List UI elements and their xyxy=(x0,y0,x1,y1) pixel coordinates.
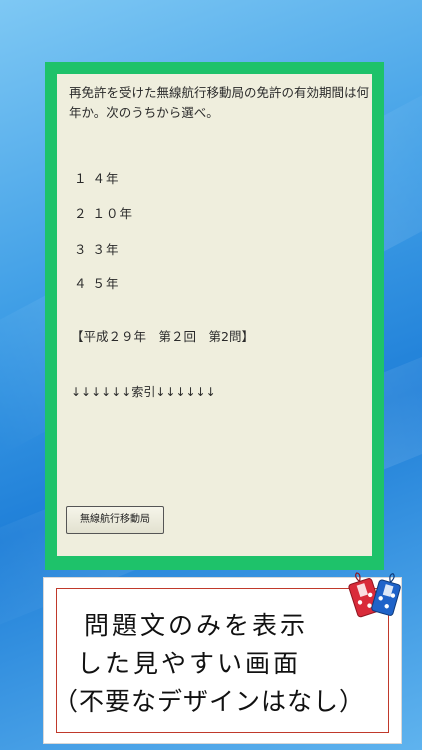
caption-banner: 問題文のみを表示 した見やすい画面 （不要なデザインはなし） xyxy=(43,572,402,744)
category-button[interactable]: 無線航行移動局 xyxy=(66,506,164,534)
omamori-charm-icon xyxy=(348,572,401,618)
caption-line-3: （不要なデザインはなし） xyxy=(53,687,366,716)
index-divider: ↓↓↓↓↓↓索引↓↓↓↓↓↓ xyxy=(71,385,216,399)
device-frame: 再免許を受けた無線航行移動局の免許の有効期間は何年か。次のうちから選べ。 １ ４… xyxy=(45,62,384,570)
caption-frame: 問題文のみを表示 した見やすい画面 （不要なデザインはなし） xyxy=(53,588,389,733)
choice-2[interactable]: ２ １０年 xyxy=(74,204,133,224)
choice-4[interactable]: ４ ５年 xyxy=(74,274,119,294)
caption-line-2: した見やすい画面 xyxy=(77,649,302,678)
exam-info: 【平成２９年 第２回 第2問】 xyxy=(71,329,254,344)
choice-1[interactable]: １ ４年 xyxy=(74,169,119,189)
question-text: 再免許を受けた無線航行移動局の免許の有効期間は何年か。次のうちから選べ。 xyxy=(69,85,370,120)
choice-3[interactable]: ３ ３年 xyxy=(74,240,119,260)
question-screen: 再免許を受けた無線航行移動局の免許の有効期間は何年か。次のうちから選べ。 １ ４… xyxy=(57,74,372,556)
